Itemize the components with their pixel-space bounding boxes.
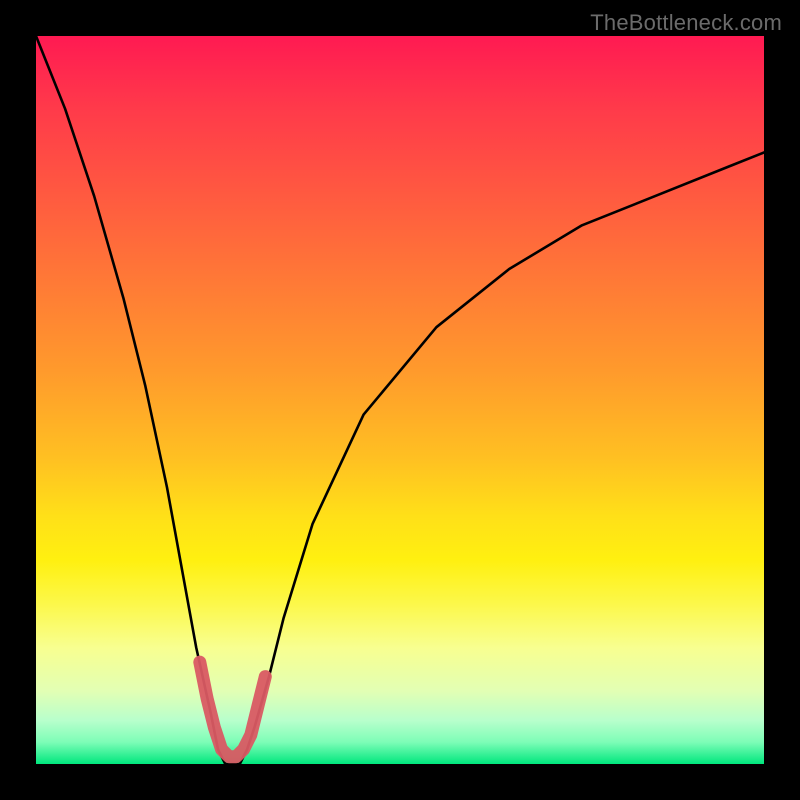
optimal-range-highlight xyxy=(200,662,265,757)
chart-frame: TheBottleneck.com xyxy=(0,0,800,800)
bottleneck-curve xyxy=(36,36,764,764)
plot-area xyxy=(36,36,764,764)
chart-svg xyxy=(36,36,764,764)
watermark-text: TheBottleneck.com xyxy=(590,10,782,36)
